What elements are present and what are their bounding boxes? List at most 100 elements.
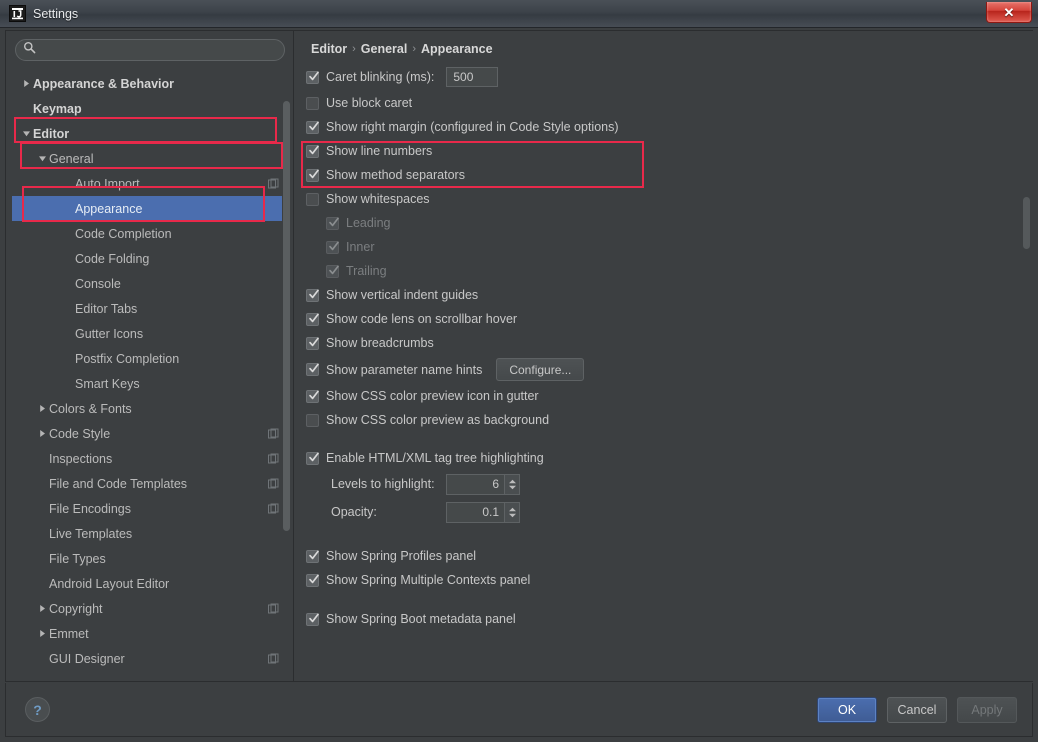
show-whitespaces-checkbox[interactable] xyxy=(306,192,319,206)
sidebar-item-copyright[interactable]: Copyright xyxy=(12,596,287,621)
checkmark-icon xyxy=(308,451,320,464)
sidebar-item-live-templates[interactable]: Live Templates xyxy=(12,521,287,546)
whitespace-inner-label: Inner xyxy=(346,240,375,254)
close-window-button[interactable]: ✕ xyxy=(986,2,1032,23)
sidebar-item-inspections[interactable]: Inspections xyxy=(12,446,287,471)
sidebar-item-label: Code Style xyxy=(49,426,111,441)
intellij-idea-logo-icon xyxy=(9,5,26,22)
help-button[interactable]: ? xyxy=(25,697,50,722)
spinner-buttons[interactable] xyxy=(504,474,519,494)
sidebar-item-file-types[interactable]: File Types xyxy=(12,546,287,571)
checkmark-icon xyxy=(308,549,320,562)
chevron-right-icon[interactable] xyxy=(36,404,49,413)
sidebar-item-emmet[interactable]: Emmet xyxy=(12,621,287,646)
sidebar-item-appearance-behavior[interactable]: Appearance & Behavior xyxy=(12,71,287,96)
show-css-background-checkbox[interactable] xyxy=(306,413,319,427)
option-spring-profiles: Show Spring Profiles panel xyxy=(306,544,1021,568)
checkmark-icon xyxy=(328,240,340,253)
sidebar-item-general[interactable]: General xyxy=(12,146,287,171)
help-question-icon: ? xyxy=(33,701,42,718)
title-bar-left: Settings xyxy=(9,5,78,22)
sidebar-item-keymap[interactable]: Keymap xyxy=(12,96,287,121)
chevron-right-icon[interactable] xyxy=(36,429,49,438)
sidebar-item-code-style[interactable]: Code Style xyxy=(12,421,287,446)
sidebar-item-code-folding[interactable]: Code Folding xyxy=(12,246,287,271)
sidebar-item-label: Live Templates xyxy=(49,526,133,541)
sidebar-item-editor[interactable]: Editor xyxy=(12,121,287,146)
spinner-buttons[interactable] xyxy=(504,502,519,522)
checkmark-icon xyxy=(308,168,320,181)
spring-multiple-contexts-checkbox[interactable] xyxy=(306,573,319,587)
sidebar-item-label: Gutter Icons xyxy=(75,326,144,341)
show-css-gutter-checkbox[interactable] xyxy=(306,389,320,403)
enable-tag-tree-label: Enable HTML/XML tag tree highlighting xyxy=(326,451,544,465)
sidebar-item-label: GUI Designer xyxy=(49,651,125,666)
sidebar-item-gutter-icons[interactable]: Gutter Icons xyxy=(12,321,287,346)
cancel-button[interactable]: Cancel xyxy=(887,697,947,723)
option-show-right-margin: Show right margin (configured in Code St… xyxy=(306,115,1021,139)
breadcrumb-part-appearance: Appearance xyxy=(421,42,493,56)
configure-button[interactable]: Configure... xyxy=(496,358,585,381)
sidebar-item-label: Colors & Fonts xyxy=(49,401,132,416)
caret-blinking-checkbox[interactable] xyxy=(306,70,319,84)
sidebar-item-android-layout-editor[interactable]: Android Layout Editor xyxy=(12,571,287,596)
whitespace-trailing-label: Trailing xyxy=(346,264,387,278)
sidebar-item-label: File Types xyxy=(49,551,106,566)
sidebar-item-auto-import[interactable]: Auto Import xyxy=(12,171,287,196)
sidebar-item-editor-tabs[interactable]: Editor Tabs xyxy=(12,296,287,321)
sidebar-item-colors-fonts[interactable]: Colors & Fonts xyxy=(12,396,287,421)
show-method-separators-checkbox[interactable] xyxy=(306,168,320,182)
chevron-down-icon[interactable] xyxy=(20,129,33,138)
sidebar-item-label: Appearance & Behavior xyxy=(33,76,175,91)
spring-profiles-checkbox[interactable] xyxy=(306,549,320,563)
main-scrollbar-thumb[interactable] xyxy=(1023,197,1030,249)
sidebar-item-appearance[interactable]: Appearance xyxy=(12,196,287,221)
sidebar-scrollbar-track[interactable] xyxy=(282,71,291,673)
search-box[interactable] xyxy=(15,39,285,61)
show-breadcrumbs-checkbox[interactable] xyxy=(306,336,319,350)
sidebar-item-label: Postfix Completion xyxy=(75,351,180,366)
option-show-whitespaces: Show whitespaces xyxy=(306,187,1021,211)
checkmark-icon xyxy=(308,389,320,402)
whitespace-leading-checkbox[interactable] xyxy=(326,216,339,230)
sidebar-item-file-and-code-templates[interactable]: File and Code Templates xyxy=(12,471,287,496)
chevron-down-icon[interactable] xyxy=(36,154,49,163)
breadcrumb-part-editor[interactable]: Editor xyxy=(311,42,347,56)
sidebar-item-code-completion[interactable]: Code Completion xyxy=(12,221,287,246)
breadcrumb-part-general[interactable]: General xyxy=(361,42,408,56)
ok-button[interactable]: OK xyxy=(817,697,877,723)
sidebar-scrollbar-thumb[interactable] xyxy=(283,101,290,531)
option-show-css-background: Show CSS color preview as background xyxy=(306,408,1021,432)
sidebar-item-postfix-completion[interactable]: Postfix Completion xyxy=(12,346,287,371)
chevron-right-icon[interactable] xyxy=(20,79,33,88)
spring-boot-metadata-checkbox[interactable] xyxy=(306,612,319,626)
show-right-margin-checkbox[interactable] xyxy=(306,120,319,134)
chevron-right-icon[interactable] xyxy=(36,629,49,638)
search-input[interactable] xyxy=(40,40,284,60)
show-line-numbers-checkbox[interactable] xyxy=(306,144,319,158)
sidebar-item-gui-designer[interactable]: GUI Designer xyxy=(12,646,287,671)
opacity-spinner[interactable]: 0.1 xyxy=(446,501,520,523)
levels-to-highlight-spinner[interactable]: 6 xyxy=(446,473,520,495)
apply-button[interactable]: Apply xyxy=(957,697,1017,723)
caret-blinking-input[interactable]: 500 xyxy=(446,67,499,87)
opacity-label: Opacity: xyxy=(331,505,377,519)
chevron-right-icon[interactable] xyxy=(36,604,49,613)
caret-blinking-label: Caret blinking (ms): xyxy=(326,70,435,84)
checkmark-icon xyxy=(328,264,340,277)
show-vertical-indent-guides-checkbox[interactable] xyxy=(306,288,319,302)
show-parameter-name-hints-checkbox[interactable] xyxy=(306,363,319,376)
sidebar-item-file-encodings[interactable]: File Encodings xyxy=(12,496,287,521)
option-whitespace-inner: Inner xyxy=(306,235,1021,259)
whitespace-inner-checkbox[interactable] xyxy=(326,240,340,254)
option-whitespace-trailing: Trailing xyxy=(306,259,1021,283)
main-scrollbar-track[interactable] xyxy=(1022,37,1031,673)
enable-tag-tree-checkbox[interactable] xyxy=(306,451,320,465)
show-code-lens-checkbox[interactable] xyxy=(306,312,319,326)
use-block-caret-checkbox[interactable] xyxy=(306,96,319,110)
show-parameter-name-hints-label: Show parameter name hints xyxy=(326,362,483,377)
sidebar-item-smart-keys[interactable]: Smart Keys xyxy=(12,371,287,396)
whitespace-trailing-checkbox[interactable] xyxy=(326,264,340,278)
copy-scope-icon xyxy=(268,178,279,189)
sidebar-item-console[interactable]: Console xyxy=(12,271,287,296)
